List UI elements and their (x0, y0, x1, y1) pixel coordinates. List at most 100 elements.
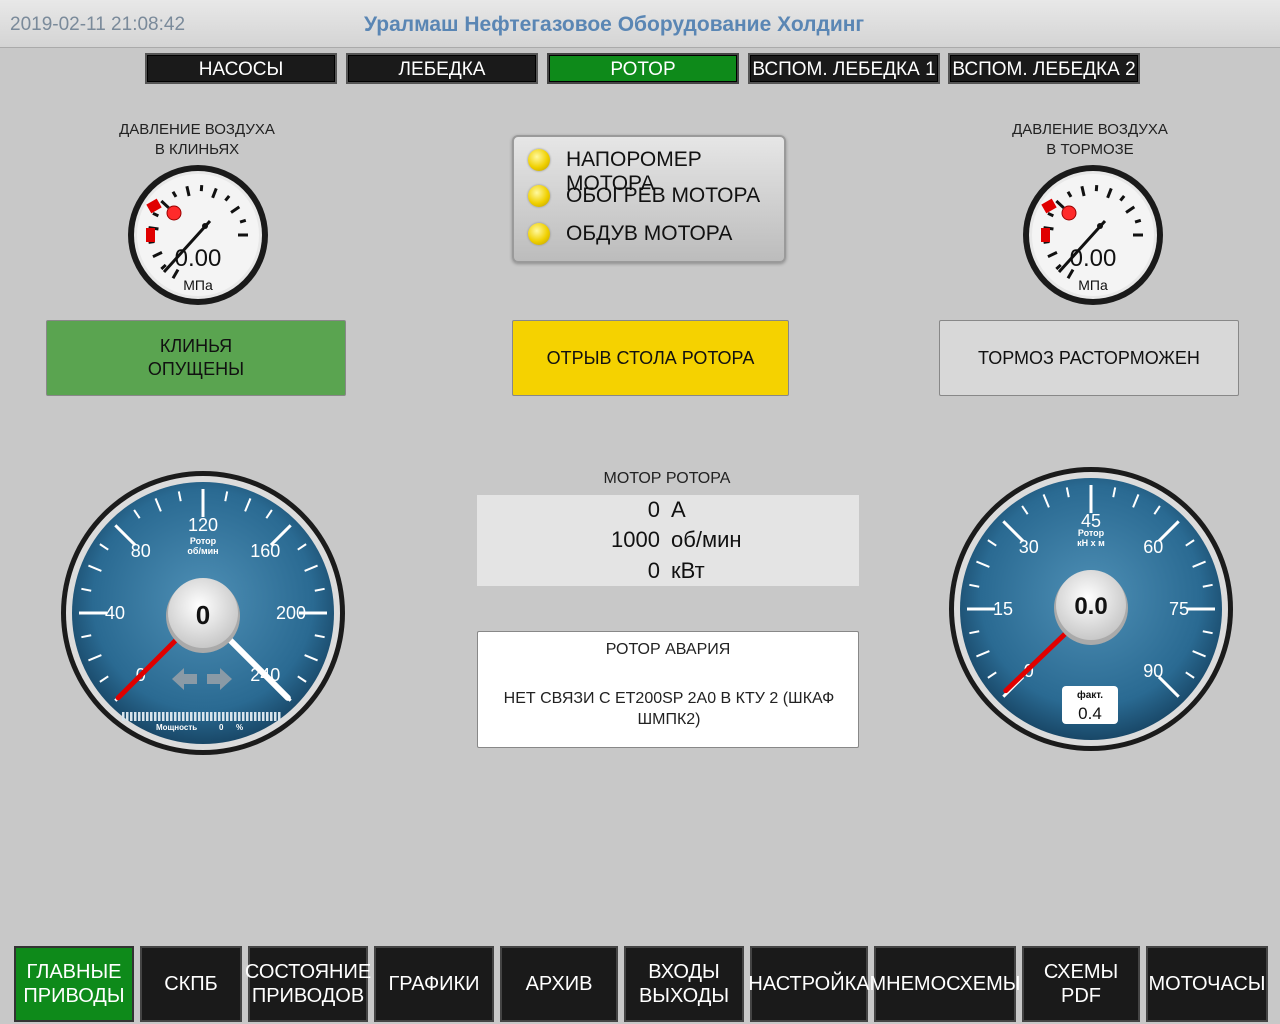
table-lift-status: ОТРЫВ СТОЛА РОТОРА (512, 320, 789, 396)
company-title: Уралмаш Нефтегазовое Оборудование Холдин… (364, 13, 865, 36)
power-bar-segment (134, 712, 137, 721)
power-bar-segment (174, 712, 177, 721)
nav-archive[interactable]: АРХИВ (500, 946, 618, 1022)
gauge-tick-label: 15 (993, 599, 1013, 619)
power-bar-segment (210, 712, 213, 721)
gauge-tick-label: 30 (1019, 537, 1039, 557)
motor-power-unit: кВт (671, 558, 705, 583)
power-bar-segment (274, 712, 277, 721)
rotor-alarm-panel: РОТОР АВАРИЯ НЕТ СВЯЗИ С ET200SP 2A0 В К… (477, 631, 859, 748)
tab-drawworks[interactable]: ЛЕБЕДКА (346, 53, 538, 84)
torque-value: 0.0 (1074, 593, 1107, 620)
motor-speed-value: 1000 (611, 527, 660, 552)
datetime: 2019-02-11 21:08:42 (10, 14, 186, 35)
power-bar-segment (262, 712, 265, 721)
wedges-pressure-value: 0.00 (175, 245, 222, 272)
brake-pressure-gauge: 0.00 МПа (1023, 165, 1163, 305)
power-bar-segment (162, 712, 165, 721)
nav-skpb[interactable]: СКПБ (140, 946, 242, 1022)
power-bar-segment (238, 712, 241, 721)
nav-drive-states[interactable]: СОСТОЯНИЕ ПРИВОДОВ (245, 946, 371, 1022)
tab-aux-winch-2[interactable]: ВСПОМ. ЛЕБЕДКА 2 (948, 53, 1140, 84)
wedges-pressure-unit: МПа (183, 277, 213, 293)
power-bar-segment (234, 712, 237, 721)
alarm-lamp (1061, 205, 1077, 221)
nav-mnemonic-diagrams[interactable]: МНЕМОСХЕМЫ (869, 946, 1021, 1022)
motor-indicators-panel: НАПОРОМЕР МОТОРА ОБОГРЕВ МОТОРА ОБДУВ МО… (512, 135, 786, 263)
torque-actual-value: 0.4 (1078, 704, 1102, 723)
power-bar-segment (230, 712, 233, 721)
power-bar-segment (222, 712, 225, 721)
power-bar-segment (126, 712, 129, 721)
power-bar-segment (246, 712, 249, 721)
alarm-title: РОТОР АВАРИЯ (605, 641, 731, 658)
tab-rotor[interactable]: РОТОР (547, 53, 739, 84)
power-bar-segment (194, 712, 197, 721)
tab-pumps[interactable]: НАСОСЫ (145, 53, 337, 84)
alarm-zone-low (146, 228, 155, 242)
rpm-gauge-title: Ротор (190, 536, 217, 546)
gauge-tick (239, 218, 247, 224)
motor-power-value: 0 (647, 558, 660, 583)
power-bar-segment (202, 712, 205, 721)
brake-pressure-unit: МПа (1078, 277, 1108, 293)
torque-gauge-unit: кН х м (1077, 538, 1105, 548)
brake-pressure-value: 0.00 (1070, 245, 1117, 272)
power-value: 0 (219, 723, 224, 732)
motor-title: МОТОР РОТОРА (603, 470, 731, 487)
power-bar-segment (258, 712, 261, 721)
power-bar-segment (130, 712, 133, 721)
alarm-lamp (166, 205, 182, 221)
rotor-torque-gauge: 0153045607590 Ротор кН х м 0.0 факт. 0.4 (949, 467, 1233, 751)
power-bar-segment (266, 712, 269, 721)
motor-speed-row: 1000 об/мин (477, 527, 859, 557)
rpm-value: 0 (196, 600, 210, 630)
motor-speed-unit: об/мин (671, 527, 742, 552)
indicator-lamp (528, 223, 550, 245)
gauge-tick-label: 60 (1143, 537, 1163, 557)
nav-graphs[interactable]: ГРАФИКИ (374, 946, 494, 1022)
power-bar-segment (206, 712, 209, 721)
alarm-message: НЕТ СВЯЗИ С ET200SP 2A0 В КТУ 2 (ШКАФ ШМ… (503, 690, 835, 728)
rotor-rpm-gauge: 04080120160200240 Ротор об/мин 0 Мощност… (61, 471, 345, 755)
power-bar-segment (166, 712, 169, 721)
tab-aux-winch-1[interactable]: ВСПОМ. ЛЕБЕДКА 1 (748, 53, 940, 84)
indicator-heating-label: ОБОГРЕВ МОТОРА (566, 184, 761, 207)
power-bar-segment (178, 712, 181, 721)
indicator-lamp (528, 185, 550, 207)
power-bar-segment (254, 712, 257, 721)
power-bar-segment (270, 712, 273, 721)
rpm-gauge-unit: об/мин (187, 546, 218, 556)
alarm-zone-low (1041, 228, 1050, 242)
motor-current-row: 0 А (477, 497, 859, 527)
motor-current-unit: А (671, 497, 686, 522)
motor-current-value: 0 (647, 497, 660, 522)
header-bar: 2019-02-11 21:08:42 Уралмаш Нефтегазовое… (0, 0, 1280, 48)
motor-readouts: 0 А 1000 об/мин 0 кВт (477, 495, 859, 586)
gauge-tick-label: 120 (188, 515, 218, 535)
gauge-tick (1134, 218, 1142, 224)
gauge-tick-label: 40 (105, 603, 125, 623)
nav-pdf-schemes[interactable]: СХЕМЫ PDF (1022, 946, 1140, 1022)
gauge-tick-label: 200 (276, 603, 306, 623)
torque-actual-label: факт. (1077, 689, 1103, 701)
brake-pressure-label: ДАВЛЕНИЕ ВОЗДУХА В ТОРМОЗЕ (1012, 121, 1168, 158)
scada-screen: 2019-02-11 21:08:42 Уралмаш Нефтегазовое… (0, 0, 1280, 1024)
power-bar-segment (182, 712, 185, 721)
power-label: Мощность (156, 723, 197, 732)
nav-inputs-outputs[interactable]: ВХОДЫ ВЫХОДЫ (624, 946, 744, 1022)
power-unit: % (236, 723, 243, 732)
power-bar-segment (214, 712, 217, 721)
brake-status: ТОРМОЗ РАСТОРМОЖЕН (939, 320, 1239, 396)
nav-settings[interactable]: НАСТРОЙКА (748, 946, 870, 1022)
power-bar-segment (154, 712, 157, 721)
nav-motor-hours[interactable]: МОТОЧАСЫ (1146, 946, 1268, 1022)
wedges-pressure-gauge: 0.00 МПа (128, 165, 268, 305)
gauge-tick-label: 160 (250, 541, 280, 561)
indicator-blowing-label: ОБДУВ МОТОРА (566, 222, 733, 245)
nav-main-drives[interactable]: ГЛАВНЫЕ ПРИВОДЫ (14, 946, 134, 1022)
wedges-pressure-label: ДАВЛЕНИЕ ВОЗДУХА В КЛИНЬЯХ (119, 121, 275, 158)
torque-gauge-title: Ротор (1078, 528, 1105, 538)
power-bar-segment (278, 712, 281, 721)
power-bar-segment (138, 712, 141, 721)
